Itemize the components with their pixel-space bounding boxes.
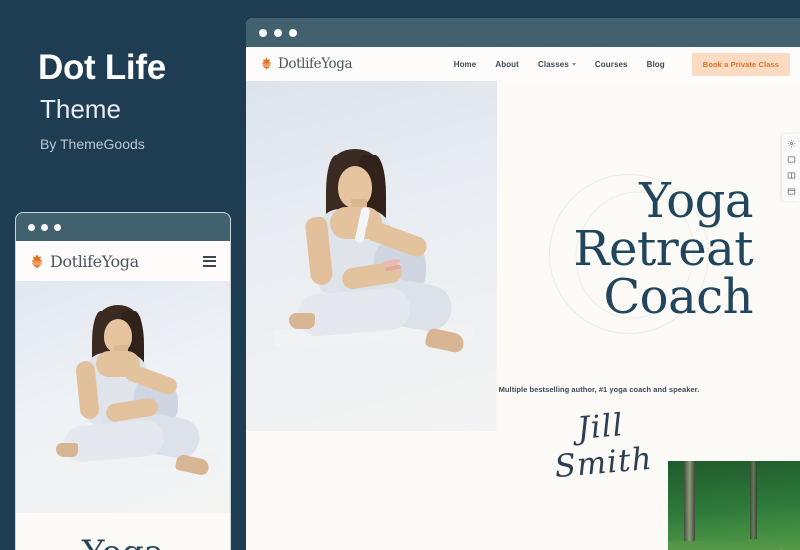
- hero-subtitle: Multiple bestselling author, #1 yoga coa…: [498, 385, 700, 394]
- page-title: Dot Life: [38, 48, 166, 87]
- site-logo-text: DotlifeYoga: [278, 56, 353, 72]
- lotus-icon: [258, 53, 275, 75]
- nav-item-courses[interactable]: Courses: [595, 60, 628, 69]
- hero-photo-outdoor-crow-pose: [668, 461, 800, 550]
- nav-label: Blog: [646, 59, 665, 69]
- nav-item-blog[interactable]: Blog: [647, 60, 665, 69]
- gear-icon[interactable]: [787, 139, 796, 148]
- mobile-logo-text: DotlifeYoga: [50, 251, 139, 271]
- mobile-hero-text: Yoga: [16, 513, 230, 550]
- nav-item-about[interactable]: About: [495, 60, 519, 69]
- mobile-title-bar: [16, 213, 230, 241]
- hero-section: Yoga Retreat Coach Multiple bestselling …: [246, 81, 800, 550]
- hamburger-icon[interactable]: [203, 255, 216, 267]
- nav-label: Classes: [537, 59, 569, 69]
- theme-author: By ThemeGoods: [40, 136, 145, 152]
- window-dot-minimize[interactable]: [274, 28, 282, 37]
- mobile-site-header: DotlifeYoga: [16, 241, 230, 281]
- book-private-class-button[interactable]: Book a Private Class: [691, 52, 790, 76]
- figure-foot-left: [289, 313, 315, 329]
- site-header: DotlifeYoga Home About Classes Courses B…: [246, 47, 800, 81]
- page-subtitle: Theme: [40, 94, 121, 124]
- author-signature: Jill Smith: [553, 407, 654, 486]
- main-navigation: Home About Classes Courses Blog Book a P…: [454, 52, 790, 76]
- mobile-logo[interactable]: DotlifeYoga: [27, 249, 139, 274]
- window-dot-maximize[interactable]: [289, 28, 297, 37]
- site-logo[interactable]: DotlifeYoga: [258, 53, 353, 75]
- mobile-preview-window[interactable]: DotlifeYoga Yoga: [15, 212, 231, 550]
- window-dot-close[interactable]: [28, 223, 35, 231]
- window-dot-minimize[interactable]: [41, 223, 48, 231]
- sidebar-icon[interactable]: [787, 187, 796, 196]
- tree-trunk: [684, 461, 695, 550]
- tree-trunk-secondary: [750, 461, 757, 539]
- hero-heading-line-1: Yoga: [639, 173, 753, 229]
- columns-icon[interactable]: [787, 171, 796, 180]
- mobile-hero-photo: [16, 281, 230, 513]
- nav-label: Courses: [594, 59, 628, 69]
- nav-item-classes[interactable]: Classes: [538, 60, 576, 69]
- mobile-hero-title: Yoga: [82, 533, 164, 550]
- lotus-icon: [27, 249, 47, 274]
- nav-item-home[interactable]: Home: [454, 60, 477, 69]
- hero-heading-line-3: Coach: [603, 269, 753, 325]
- editor-tool-rail[interactable]: [782, 134, 800, 201]
- nav-label: About: [495, 59, 519, 69]
- desktop-title-bar: [246, 18, 800, 47]
- window-dot-maximize[interactable]: [54, 223, 61, 231]
- desktop-preview-window[interactable]: DotlifeYoga Home About Classes Courses B…: [246, 18, 800, 550]
- window-dot-close[interactable]: [259, 28, 267, 37]
- layout-square-icon[interactable]: [787, 155, 796, 164]
- figure-foot-left: [56, 443, 78, 457]
- screenshot-root: Dot Life Theme By ThemeGoods DotlifeYoga…: [0, 0, 800, 550]
- hero-heading: Yoga Retreat Coach: [445, 177, 753, 321]
- hero-heading-line-2: Retreat: [573, 221, 753, 277]
- chevron-down-icon: [571, 62, 576, 66]
- nav-label: Home: [453, 59, 477, 69]
